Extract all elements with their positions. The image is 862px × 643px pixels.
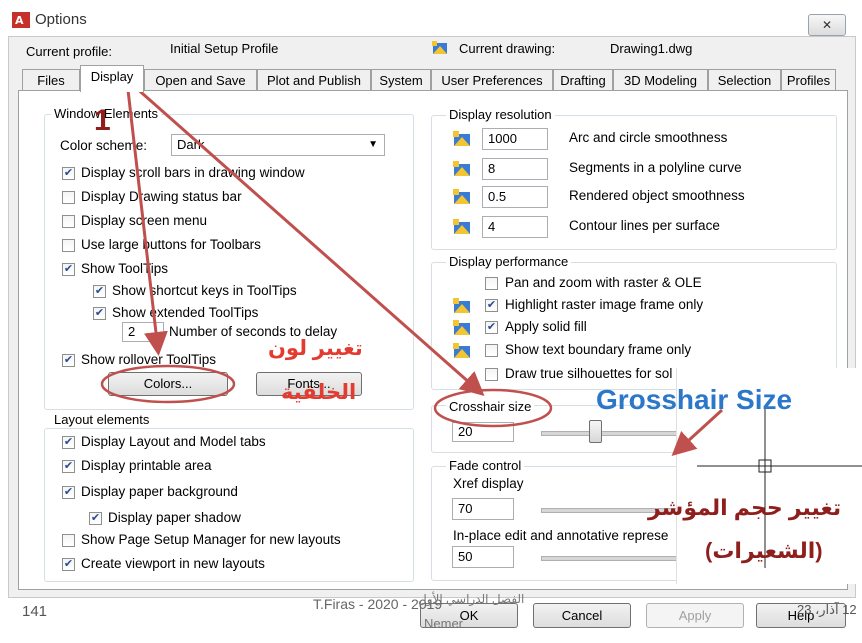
crosshair-heading-annotation: Grosshair Size bbox=[596, 384, 793, 415]
colors-highlight-ellipse bbox=[100, 364, 236, 404]
crosshair-note-line1: تغيير حجم المؤشر bbox=[648, 495, 842, 520]
crosshair-note-line2: (الشعيرات) bbox=[705, 538, 823, 563]
tab-display[interactable]: Display bbox=[80, 65, 144, 92]
colors-note-line1: تغيير لون bbox=[268, 337, 363, 360]
colors-note-line2: الخلفية bbox=[281, 381, 357, 404]
crosshair-highlight-ellipse bbox=[433, 388, 553, 428]
arrow-to-colors bbox=[126, 89, 168, 356]
step-number-annotation: 1 bbox=[94, 104, 111, 137]
arrow-to-preview bbox=[671, 408, 724, 457]
